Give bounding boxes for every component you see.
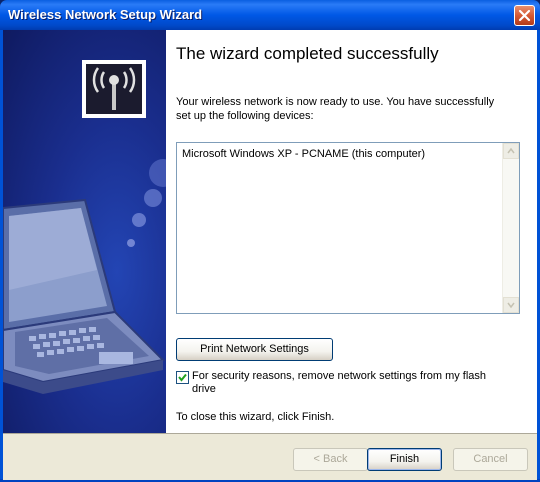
vertical-scrollbar[interactable] [502,143,519,313]
chevron-up-icon [507,147,515,154]
remove-settings-checkbox[interactable] [176,371,189,384]
button-bar: < Back Finish Cancel [3,433,537,480]
finish-button[interactable]: Finish [367,448,442,471]
finish-instruction: To close this wizard, click Finish. [176,411,335,423]
wireless-antenna-icon [82,60,146,118]
checkmark-icon [178,373,187,382]
print-network-settings-button[interactable]: Print Network Settings [176,338,333,361]
list-item[interactable]: Microsoft Windows XP - PCNAME (this comp… [182,148,425,160]
remove-settings-label[interactable]: For security reasons, remove network set… [192,370,502,396]
scroll-down-button[interactable] [503,297,519,313]
window-title: Wireless Network Setup Wizard [8,7,203,22]
close-icon [518,9,531,22]
chevron-down-icon [507,302,515,309]
wizard-window: Wireless Network Setup Wizard The wizard… [0,0,540,482]
close-button[interactable] [514,5,535,26]
page-heading: The wizard completed successfully [176,44,439,63]
title-bar[interactable]: Wireless Network Setup Wizard [0,0,540,30]
back-button[interactable]: < Back [293,448,368,471]
wizard-client-area: The wizard completed successfully Your w… [3,30,537,480]
scroll-up-button[interactable] [503,143,519,159]
cancel-button[interactable]: Cancel [453,448,528,471]
page-description: Your wireless network is now ready to us… [176,96,495,122]
device-list[interactable]: Microsoft Windows XP - PCNAME (this comp… [176,142,520,314]
wizard-content: The wizard completed successfully Your w… [82,30,537,433]
